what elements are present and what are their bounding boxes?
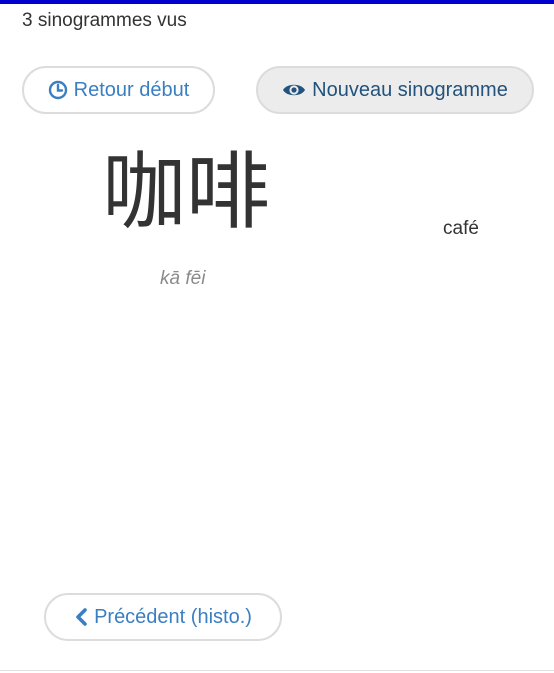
new-character-button[interactable]: Nouveau sinogramme (256, 66, 534, 114)
restart-button[interactable]: Retour début (22, 66, 215, 114)
eye-icon (282, 81, 306, 99)
character-display: 咖啡 (102, 143, 271, 241)
previous-history-button[interactable]: Précédent (histo.) (44, 593, 282, 641)
pinyin-text: kā fēi (160, 268, 206, 289)
seen-counter: 3 sinogrammes vus (22, 10, 187, 31)
meaning-text: café (443, 218, 479, 239)
previous-label: Précédent (histo.) (94, 605, 252, 628)
clock-icon (48, 80, 68, 100)
new-character-label: Nouveau sinogramme (312, 78, 508, 101)
restart-label: Retour début (73, 78, 190, 101)
top-accent-bar (0, 0, 554, 4)
chevron-left-icon (74, 608, 88, 626)
bottom-divider (0, 670, 554, 671)
